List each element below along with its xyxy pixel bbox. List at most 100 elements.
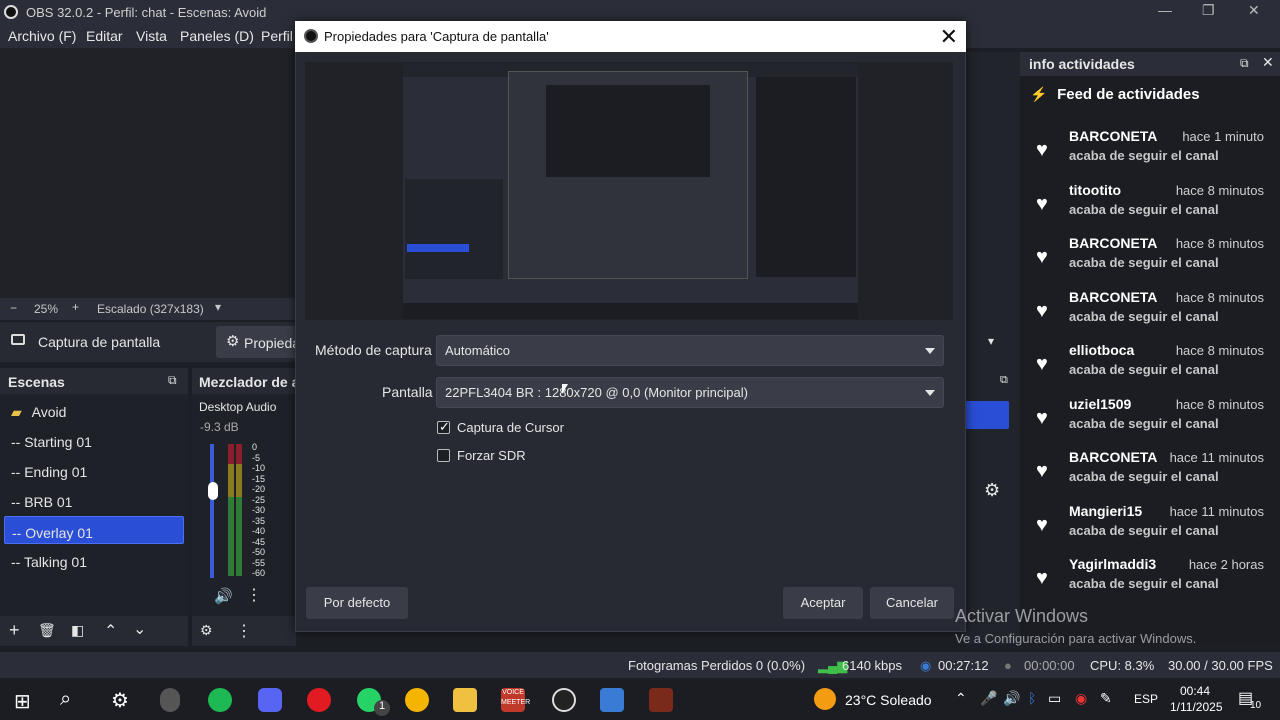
mixer-channel-name: Desktop Audio <box>199 400 277 414</box>
clock-time[interactable]: 00:44 <box>1180 684 1210 698</box>
scene-item-overlay[interactable]: -- Overlay 01 <box>4 516 184 544</box>
feed-item: ♥ BARCONETA hace 8 minutos acaba de seguir … <box>1030 233 1270 286</box>
feed-item: ♥ uziel1509 hace 8 minutos acaba de seguir … <box>1030 394 1270 447</box>
close-dock-icon[interactable]: ✕ <box>1262 54 1274 71</box>
scene-item-brb[interactable]: -- BRB 01 <box>4 486 184 514</box>
volume-slider-track[interactable] <box>210 444 214 578</box>
screen-select[interactable]: 22PFL3404 BR : 1280x720 @ 0,0 (Monitor p… <box>436 377 944 408</box>
discord-icon[interactable] <box>258 688 282 712</box>
scene-item-talking[interactable]: -- Talking 01 <box>4 546 184 574</box>
float-icon[interactable]: ⧉ <box>1240 56 1249 71</box>
weather-text[interactable]: 23°C Soleado <box>845 692 932 708</box>
settings-icon[interactable]: ⚙ <box>111 688 129 713</box>
obs-taskbar-icon[interactable] <box>552 688 576 712</box>
stream-time: 00:27:12 <box>938 658 989 673</box>
activation-watermark-title: Activar Windows <box>955 606 1089 626</box>
mic-icon[interactable]: 🎤 <box>980 690 997 707</box>
game-icon[interactable] <box>649 688 673 712</box>
volume-icon[interactable]: 🔊 <box>1003 690 1020 707</box>
background-dock: ⚙ ▾ ⧉ <box>964 52 1020 644</box>
preview-toolbar: − 25% + Escalado (327x183) ▾ <box>0 298 300 320</box>
obs-logo-icon <box>304 29 318 43</box>
tray-arrow-icon[interactable]: ⌃ <box>955 690 967 707</box>
menu-perfil[interactable]: Perfil <box>261 28 293 44</box>
audio-mixer: Desktop Audio -9.3 dB 0 -5 -10 -15 -20 -… <box>192 394 296 616</box>
scene-item-ending[interactable]: -- Ending 01 <box>4 456 184 484</box>
clock-date[interactable]: 1/11/2025 <box>1170 700 1223 714</box>
filter-icon[interactable]: ◧ <box>71 622 84 639</box>
app-blue-icon[interactable] <box>600 688 624 712</box>
bluetooth-icon[interactable]: ᛒ <box>1028 690 1036 706</box>
close-dialog-icon[interactable]: ✕ <box>940 24 958 50</box>
menu-paneles[interactable]: Paneles (D) <box>180 28 254 44</box>
feed-item: ♥ Yagirlmaddi3 hace 2 horas acaba de seguir… <box>1030 554 1270 607</box>
follow-action: acaba de seguir el canal <box>1069 522 1219 538</box>
settings-gear-icon[interactable]: ⚙ <box>984 480 1000 501</box>
speaker-icon[interactable]: 🔊 <box>214 587 233 605</box>
pen-icon[interactable]: ✎ <box>1100 690 1112 707</box>
menu-archivo[interactable]: Archivo (F) <box>8 28 76 44</box>
tick-label: -20 <box>252 484 266 494</box>
zoom-out-icon[interactable]: − <box>10 301 17 315</box>
follow-time: hace 11 minutos <box>1169 450 1264 465</box>
move-up-icon[interactable]: ⌃ <box>104 621 117 641</box>
search-icon[interactable]: ⌕ <box>60 688 71 711</box>
meter-bar-right <box>236 444 242 576</box>
sdr-checkbox[interactable] <box>437 449 450 462</box>
menu-vista[interactable]: Vista <box>136 28 167 44</box>
tick-label: -10 <box>252 463 266 473</box>
add-scene-icon[interactable]: + <box>9 620 20 641</box>
maximize-icon[interactable]: ❐ <box>1202 2 1215 19</box>
dropdown-arrow-icon[interactable]: ▾ <box>215 300 221 314</box>
follow-action: acaba de seguir el canal <box>1069 362 1219 377</box>
follow-time: hace 8 minutos <box>1175 289 1264 305</box>
move-down-icon[interactable]: ⌄ <box>133 619 146 639</box>
mixer-menu-icon[interactable]: ⋮ <box>236 621 252 641</box>
delete-scene-icon[interactable]: 🗑 <box>38 622 56 639</box>
menu-editar[interactable]: Editar <box>86 28 123 44</box>
chrome-icon[interactable] <box>405 688 429 712</box>
feed-header: ⚡ Feed de actividades <box>1030 86 1200 103</box>
language-indicator[interactable]: ESP <box>1134 692 1158 706</box>
scene-item-starting[interactable]: -- Starting 01 <box>4 426 184 454</box>
follow-action: acaba de seguir el canal <box>1069 201 1219 217</box>
close-window-icon[interactable]: ✕ <box>1248 2 1260 19</box>
security-icon[interactable]: ◉ <box>1075 690 1087 707</box>
dock-undock-icon[interactable]: ⧉ <box>1000 374 1008 387</box>
more-options-icon[interactable]: ⋮ <box>246 585 262 605</box>
tick-label: 0 <box>252 442 258 452</box>
heart-icon: ♥ <box>1036 567 1048 589</box>
feed-item: ♥ elliotboca hace 8 minutos acaba de seguir… <box>1030 340 1270 393</box>
mixer-db-value: -9.3 dB <box>200 420 239 434</box>
mixer-settings-icon[interactable]: ⚙ <box>200 622 213 639</box>
properties-button[interactable]: ⚙ Propieda <box>216 326 300 358</box>
file-explorer-icon[interactable] <box>453 688 477 712</box>
spotify-icon[interactable] <box>208 688 232 712</box>
scene-item-avoid[interactable]: ▰ Avoid <box>4 396 184 424</box>
dialog-titlebar: Propiedades para 'Captura de pantalla' ✕ <box>295 21 966 52</box>
follow-action: acaba de seguir el canal <box>1069 255 1219 270</box>
voicemeeter-icon[interactable]: VOICE MEETER <box>501 688 530 712</box>
ok-button[interactable]: Aceptar <box>783 587 863 619</box>
network-icon[interactable]: ▭ <box>1048 690 1061 707</box>
windows-start-icon[interactable]: ⊞ <box>14 689 31 714</box>
mouse-app-icon[interactable] <box>160 688 180 712</box>
zoom-in-icon[interactable]: + <box>72 300 79 314</box>
volume-slider-handle[interactable] <box>208 482 218 500</box>
source-toolbar: Captura de pantalla ⚙ Propieda <box>0 322 300 362</box>
notification-count: 10 <box>1250 700 1262 711</box>
cancel-button[interactable]: Cancelar <box>870 587 954 619</box>
cursor-label: Captura de Cursor <box>457 420 564 435</box>
method-select[interactable]: Automático <box>436 335 944 366</box>
main-preview[interactable] <box>0 48 300 298</box>
cursor-checkbox[interactable] <box>437 419 450 435</box>
dock-dropdown-icon[interactable]: ▾ <box>988 334 994 348</box>
record-icon: ● <box>1004 658 1012 673</box>
minimize-icon[interactable]: — <box>1158 2 1172 18</box>
defaults-button[interactable]: Por defecto <box>306 587 408 619</box>
heart-icon: ♥ <box>1036 246 1048 268</box>
dialog-title: Propiedades para 'Captura de pantalla' <box>324 29 549 44</box>
opera-icon[interactable] <box>307 688 331 712</box>
dock-blue-button[interactable] <box>965 401 1009 429</box>
undock-icon[interactable]: ⧉ <box>168 373 177 388</box>
